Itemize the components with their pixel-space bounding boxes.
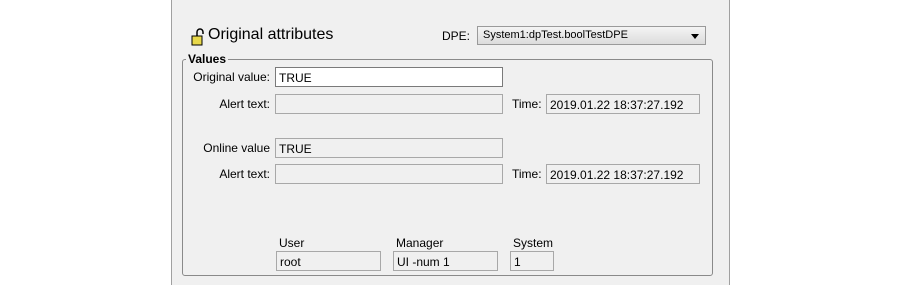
attributes-panel: Original attributes DPE: System1:dpTest.… (171, 0, 730, 285)
time-value-2: 2019.01.22 18:37:27.192 (550, 168, 684, 182)
page-title: Original attributes (208, 26, 334, 43)
user-label: User (279, 236, 305, 250)
online-value-label: Online value (203, 141, 270, 155)
alert-text-field-2[interactable] (275, 164, 503, 184)
alert-text-label: Alert text: (219, 97, 270, 111)
time-label: Time: (512, 97, 542, 111)
online-value-field[interactable]: TRUE (275, 138, 503, 158)
time-field-2[interactable]: 2019.01.22 18:37:27.192 (546, 164, 700, 184)
manager-value: UI -num 1 (397, 255, 450, 269)
manager-field[interactable]: UI -num 1 (393, 251, 498, 271)
system-value: 1 (514, 255, 521, 269)
alert-text-field[interactable] (275, 94, 503, 114)
dpe-selected-value: System1:dpTest.boolTestDPE (483, 29, 628, 41)
chevron-down-icon (691, 34, 699, 39)
dpe-label: DPE: (442, 29, 471, 43)
lock-icon (191, 28, 204, 46)
time-value: 2019.01.22 18:37:27.192 (550, 98, 684, 112)
online-value-text: TRUE (279, 142, 312, 156)
values-group-label: Values (186, 52, 229, 66)
original-value-label: Original value: (193, 70, 270, 84)
dpe-select[interactable]: System1:dpTest.boolTestDPE (477, 26, 706, 45)
system-label: System (513, 236, 554, 250)
original-value-field[interactable]: TRUE (275, 67, 503, 87)
system-field[interactable]: 1 (510, 251, 554, 271)
original-value-text: TRUE (279, 71, 312, 85)
manager-label: Manager (396, 236, 444, 250)
alert-text-label-2: Alert text: (219, 167, 270, 181)
time-label-2: Time: (512, 167, 542, 181)
time-field[interactable]: 2019.01.22 18:37:27.192 (546, 94, 700, 114)
user-field[interactable]: root (276, 251, 381, 271)
user-value: root (280, 255, 301, 269)
